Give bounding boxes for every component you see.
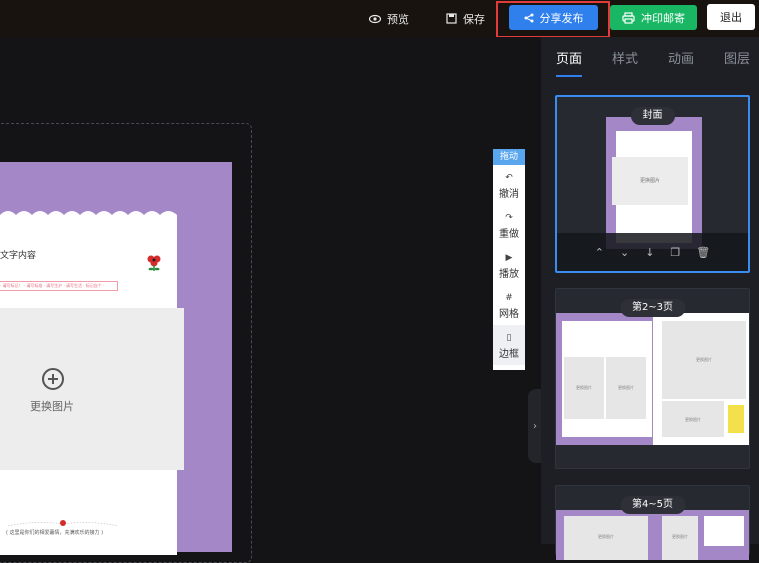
eye-icon	[369, 14, 381, 23]
save-button[interactable]: 保存	[446, 0, 485, 37]
floating-toolbar: 拖动 ↶ 撤消 ↷ 重做 ▶ 播放 # 网格 ▯ 边框	[493, 149, 525, 370]
play-label: 播放	[499, 268, 519, 280]
tab-styles[interactable]: 样式	[612, 48, 638, 67]
flower-icon	[147, 255, 161, 271]
save-icon	[446, 13, 457, 24]
page-label-4-5: 第4~5页	[619, 496, 686, 514]
tab-animation[interactable]: 动画	[668, 48, 694, 67]
undo-icon: ↶	[505, 172, 513, 183]
thumb-actions: ⌃ ⌄ ↓ ❐ 🗑	[557, 233, 748, 271]
text-content[interactable]: 文字内容	[0, 248, 36, 261]
print-mail-button[interactable]: 冲印邮寄	[610, 5, 697, 30]
redo-icon: ↷	[505, 212, 513, 223]
page-thumb-4-5[interactable]: 更换图片 更换图片 第4~5页	[555, 485, 750, 560]
active-tab-indicator	[556, 75, 582, 77]
preview-button[interactable]: 预览	[369, 0, 409, 37]
image-placeholder[interactable]: 更换图片	[0, 308, 184, 470]
drag-handle[interactable]: 拖动	[493, 149, 525, 165]
undo-button[interactable]: ↶ 撤消	[493, 165, 525, 205]
add-circle-icon	[42, 368, 64, 390]
spread-sticker	[728, 405, 744, 433]
spread-4-5-note	[704, 516, 744, 546]
spread-img-d: 更换图片	[662, 401, 724, 437]
footer-text[interactable]: ( 这里是你们的相爱暮情，充满欢乐的接力 )	[6, 529, 103, 536]
move-down-icon[interactable]: ⌄	[620, 246, 629, 259]
download-icon[interactable]: ↓	[645, 246, 654, 259]
play-button[interactable]: ▶ 播放	[493, 245, 525, 285]
right-panel: 页面 样式 动画 图层 更换图片 封面 ⌃ ⌄ ↓ ❐ 🗑 更换图片 更换图片 …	[541, 37, 759, 560]
cover-preview: 更换图片	[606, 117, 702, 249]
share-publish-button[interactable]: 分享发布	[509, 5, 598, 30]
delete-icon[interactable]: 🗑	[696, 246, 710, 259]
spread-4-5-img-b: 更换图片	[662, 516, 698, 560]
cover-preview-image: 更换图片	[612, 157, 688, 205]
exit-button[interactable]: 退出	[707, 4, 755, 30]
replace-image-label: 更换图片	[30, 400, 74, 413]
top-bar: 预览 保存 分享发布 冲印邮寄 退出	[0, 0, 759, 38]
border-button[interactable]: ▯ 边框	[493, 325, 525, 365]
editor-canvas[interactable]: 文字内容 · 请写标记！ · 请写标准 · 请写生沪 · 请写生活 · 标记自个…	[0, 37, 542, 563]
spread-4-5-preview: 更换图片 更换图片	[556, 510, 749, 560]
spread-img-a: 更换图片	[564, 357, 604, 419]
panel-tabs: 页面 样式 动画 图层	[541, 37, 759, 79]
preview-label: 预览	[387, 12, 409, 26]
footer-ornament	[8, 520, 118, 527]
collapse-panel-handle[interactable]: ›	[528, 389, 542, 463]
share-icon	[524, 13, 533, 22]
chevron-right-icon: ›	[533, 420, 537, 432]
phone-frame-icon: ▯	[506, 332, 512, 343]
page-label-2-3: 第2~3页	[619, 299, 686, 317]
spread-4-5-img-a: 更换图片	[564, 516, 648, 560]
spread-img-b: 更换图片	[606, 357, 646, 419]
page-label-cover: 封面	[630, 107, 675, 125]
move-up-icon[interactable]: ⌃	[595, 246, 604, 259]
save-label: 保存	[463, 12, 485, 26]
share-label: 分享发布	[539, 11, 584, 25]
tab-pages[interactable]: 页面	[556, 48, 582, 67]
grid-button[interactable]: # 网格	[493, 285, 525, 325]
page-thumb-cover[interactable]: 更换图片 封面 ⌃ ⌄ ↓ ❐ 🗑	[555, 95, 750, 273]
spread-2-3-preview: 更换图片 更换图片 更换图片 更换图片	[556, 313, 749, 445]
cover-page[interactable]: 文字内容 · 请写标记！ · 请写标准 · 请写生沪 · 请写生活 · 标记自个…	[0, 162, 232, 555]
border-label: 边框	[499, 348, 519, 360]
grid-label: 网格	[499, 308, 519, 320]
printer-icon	[622, 11, 635, 24]
spread-img-c: 更换图片	[662, 321, 746, 399]
tab-layers[interactable]: 图层	[724, 48, 750, 67]
redo-label: 重做	[499, 228, 519, 240]
print-label: 冲印邮寄	[641, 11, 685, 25]
undo-label: 撤消	[499, 188, 519, 200]
redo-button[interactable]: ↷ 重做	[493, 205, 525, 245]
grid-icon: #	[505, 292, 513, 303]
page-thumb-2-3[interactable]: 更换图片 更换图片 更换图片 更换图片 第2~3页	[555, 288, 750, 469]
copy-icon[interactable]: ❐	[670, 246, 680, 259]
decorative-text-line[interactable]: · 请写标记！ · 请写标准 · 请写生沪 · 请写生活 · 标记自个 ·	[0, 281, 118, 291]
play-icon: ▶	[505, 252, 513, 263]
